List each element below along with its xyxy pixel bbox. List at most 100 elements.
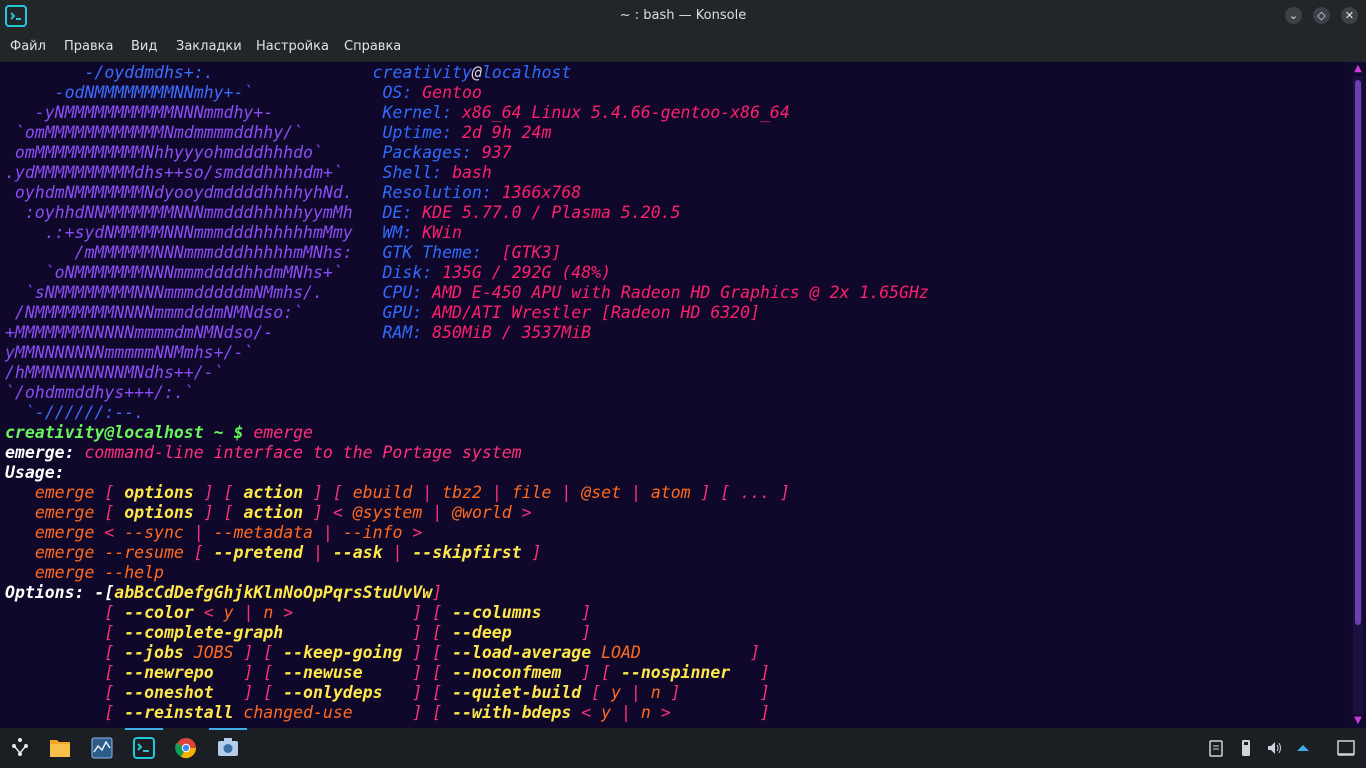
terminal-text: ] [ ... ] xyxy=(690,483,790,502)
terminal-line: [ --oneshot ] [ --onlydeps ] [ --quiet-b… xyxy=(5,683,929,703)
terminal-line: omMMMMMMMMMMMNhhyyyohmdddhhhdo` Packages… xyxy=(5,143,929,163)
terminal-text: -/oyddmdhs+:. xyxy=(5,63,214,82)
scroll-down-arrow-icon[interactable]: ▼ xyxy=(1352,716,1364,726)
application-launcher-icon[interactable] xyxy=(4,734,36,762)
terminal-text: --resume xyxy=(94,543,184,562)
terminal-text: Packages: xyxy=(382,143,482,162)
terminal-text: ] [ xyxy=(303,483,353,502)
terminal-text: -yNMMMMMMMMMMMNNNmmdhy+- xyxy=(5,103,274,122)
terminal-text: tbz2 xyxy=(442,483,482,502)
terminal-line: Usage: xyxy=(5,463,929,483)
terminal-text: | xyxy=(621,483,651,502)
terminal-text: --sync xyxy=(124,523,184,542)
usb-device-icon[interactable] xyxy=(1236,738,1256,758)
chrome-icon[interactable] xyxy=(170,734,202,762)
terminal-text: [ xyxy=(104,603,125,622)
terminal-text: emerge: xyxy=(5,443,85,462)
terminal-line: emerge: command-line interface to the Po… xyxy=(5,443,929,463)
file-manager-icon[interactable] xyxy=(44,734,76,762)
volume-icon[interactable] xyxy=(1265,738,1285,758)
terminal-text: | xyxy=(382,543,413,562)
terminal-text: [ xyxy=(581,683,612,702)
maximize-button[interactable]: ◇ xyxy=(1313,7,1330,24)
terminal-line: Options: -[abBcCdDefgGhjkKlnNoOpPqrsStuU… xyxy=(5,583,929,603)
menu-help[interactable]: Справка xyxy=(344,39,401,54)
terminal-scrollbar[interactable]: ▲ ▼ xyxy=(1350,62,1366,728)
terminal-text: JOBS xyxy=(183,643,234,662)
terminal-text: emerge xyxy=(34,523,95,542)
terminal-text: DE: xyxy=(382,203,423,222)
terminal-text: y xyxy=(223,603,234,622)
terminal-text: ebuild xyxy=(352,483,413,502)
terminal-text: | xyxy=(620,683,651,702)
terminal-line: emerge [ options ] [ action ] [ ebuild |… xyxy=(5,483,929,503)
close-button[interactable]: ✕ xyxy=(1341,7,1358,24)
terminal-text: --reinstall xyxy=(124,703,234,722)
terminal-text: GPU: xyxy=(382,303,433,322)
terminal-text: --info xyxy=(342,523,403,542)
terminal-text: [ xyxy=(94,503,125,522)
terminal-text: emerge xyxy=(34,543,95,562)
terminal-text: [ xyxy=(104,623,125,642)
terminal-text: ] [ xyxy=(213,663,284,682)
terminal-text: @ xyxy=(471,63,482,82)
screenshot-icon[interactable] xyxy=(209,728,247,762)
notifications-arrow-icon[interactable] xyxy=(1293,738,1313,758)
menu-file[interactable]: Файл xyxy=(10,39,46,54)
terminal-text: | xyxy=(422,503,453,522)
terminal-text: WM: xyxy=(382,223,423,242)
system-monitor-icon[interactable] xyxy=(86,734,118,762)
terminal-text: --nospinner xyxy=(620,663,731,682)
terminal-text: emerge xyxy=(34,483,95,502)
terminal-text: ] xyxy=(432,583,443,602)
menu-settings[interactable]: Настройка xyxy=(256,39,329,54)
terminal-text: | xyxy=(303,543,333,562)
terminal-text: n xyxy=(640,703,651,722)
chevron-down-icon: ⌄ xyxy=(1288,9,1299,22)
terminal-text: | xyxy=(412,483,443,502)
terminal-text: bash xyxy=(452,163,492,182)
menubar: Файл Правка Вид Закладки Настройка Справ… xyxy=(0,32,1366,62)
window-titlebar[interactable]: ~ : bash — Konsole ⌄ ◇ ✕ xyxy=(0,0,1366,32)
menu-view[interactable]: Вид xyxy=(131,39,157,54)
terminal-text: | xyxy=(481,483,512,502)
terminal-text: emerge xyxy=(34,503,95,522)
minimize-button[interactable]: ⌄ xyxy=(1285,7,1302,24)
scrollbar-thumb[interactable] xyxy=(1355,80,1361,625)
terminal-text: `/ohdmmddhys+++/:.` xyxy=(5,383,194,402)
terminal-line: -odNMMMMMMMMNNmhy+-` OS: Gentoo xyxy=(5,83,929,103)
terminal-text: --pretend xyxy=(213,543,304,562)
terminal-text: n xyxy=(263,603,274,622)
terminal-text: --newuse xyxy=(283,663,363,682)
terminal-text: OS: xyxy=(382,83,423,102)
konsole-icon[interactable] xyxy=(125,728,163,762)
menu-bookmarks[interactable]: Закладки xyxy=(176,39,242,54)
terminal-text: Shell: xyxy=(382,163,453,182)
terminal-text: `oNMMMMMMMNNNmmmddddhhdmMNhs+` xyxy=(5,263,343,282)
terminal-text: [ xyxy=(104,643,125,662)
menu-edit[interactable]: Правка xyxy=(64,39,113,54)
terminal-text: action xyxy=(243,503,304,522)
terminal-text: LOAD xyxy=(591,643,641,662)
terminal-text: GTK Theme: xyxy=(382,243,492,262)
terminal-text: --color xyxy=(124,603,194,622)
clipboard-icon[interactable] xyxy=(1206,738,1226,758)
terminal-area[interactable]: -/oyddmdhs+:. creativity@localhost -odNM… xyxy=(0,62,1350,728)
terminal-line: emerge --help xyxy=(5,563,929,583)
scroll-up-arrow-icon[interactable]: ▲ xyxy=(1352,64,1364,74)
terminal-text: ] [ xyxy=(382,683,453,702)
terminal-line: oyhdmNMMMMMMMNdyooydmddddhhhhyhNd. Resol… xyxy=(5,183,929,203)
show-desktop-icon[interactable] xyxy=(1336,738,1356,758)
terminal-text: [ xyxy=(104,703,125,722)
terminal-text: ] [ xyxy=(352,703,453,722)
terminal-text: --columns xyxy=(452,603,542,622)
terminal-text: Resolution: xyxy=(382,183,502,202)
terminal-text: yMMNNNNNNNmmmmmNNMmhs+/-` xyxy=(5,343,254,362)
terminal-text: --onlydeps xyxy=(283,683,383,702)
